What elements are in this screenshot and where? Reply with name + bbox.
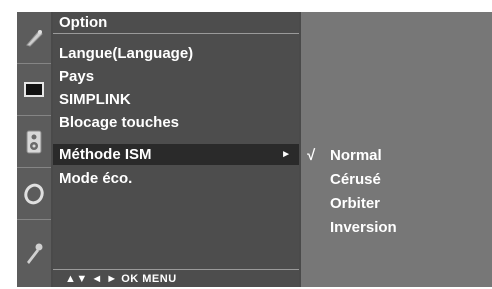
menu-item-label: Mode éco.: [59, 170, 133, 187]
menu-item-language[interactable]: Langue(Language): [53, 42, 299, 65]
osd-menu: Option Langue(Language) Pays SIMPLINK Bl…: [17, 12, 492, 287]
menu-item-label: Langue(Language): [59, 45, 194, 62]
submenu-option-orbiter[interactable]: Orbiter: [301, 192, 492, 216]
menu-icon-column: [17, 12, 51, 287]
menu-title: Option: [53, 12, 299, 34]
submenu-option-label: Inversion: [330, 219, 397, 236]
submenu-option-ceruse[interactable]: Cérusé: [301, 168, 492, 192]
menu-item-simplink[interactable]: SIMPLINK: [53, 88, 299, 111]
screen-icon[interactable]: [17, 64, 51, 116]
submenu-option-label: Cérusé: [330, 171, 381, 188]
menu-item-label: Méthode ISM: [59, 146, 152, 163]
menu-item-label: SIMPLINK: [59, 91, 131, 108]
picture-icon[interactable]: [17, 12, 51, 64]
clock-icon[interactable]: [17, 168, 51, 220]
menu-item-country[interactable]: Pays: [53, 65, 299, 88]
option-menu-panel: Option Langue(Language) Pays SIMPLINK Bl…: [53, 12, 299, 287]
speaker-icon[interactable]: [17, 116, 51, 168]
submenu-option-label: Orbiter: [330, 195, 381, 212]
check-icon: √: [307, 147, 316, 164]
submenu-option-label: Normal: [330, 147, 382, 164]
key-icon[interactable]: [17, 220, 51, 287]
submenu-option-inversion[interactable]: Inversion: [301, 216, 492, 240]
navigation-hint: ▲▼ ◄ ► OK MENU: [53, 269, 299, 287]
menu-item-eco-mode[interactable]: Mode éco.: [53, 167, 299, 190]
menu-item-label: Pays: [59, 68, 95, 85]
submenu-option-normal[interactable]: √ Normal: [301, 144, 492, 168]
menu-item-label: Blocage touches: [59, 114, 180, 131]
arrow-right-icon: ►: [281, 149, 291, 160]
menu-item-key-lock[interactable]: Blocage touches: [53, 111, 299, 134]
menu-item-ism-method[interactable]: Méthode ISM ►: [53, 144, 299, 165]
ism-submenu-panel: √ Normal Cérusé Orbiter Inversion: [301, 12, 492, 287]
